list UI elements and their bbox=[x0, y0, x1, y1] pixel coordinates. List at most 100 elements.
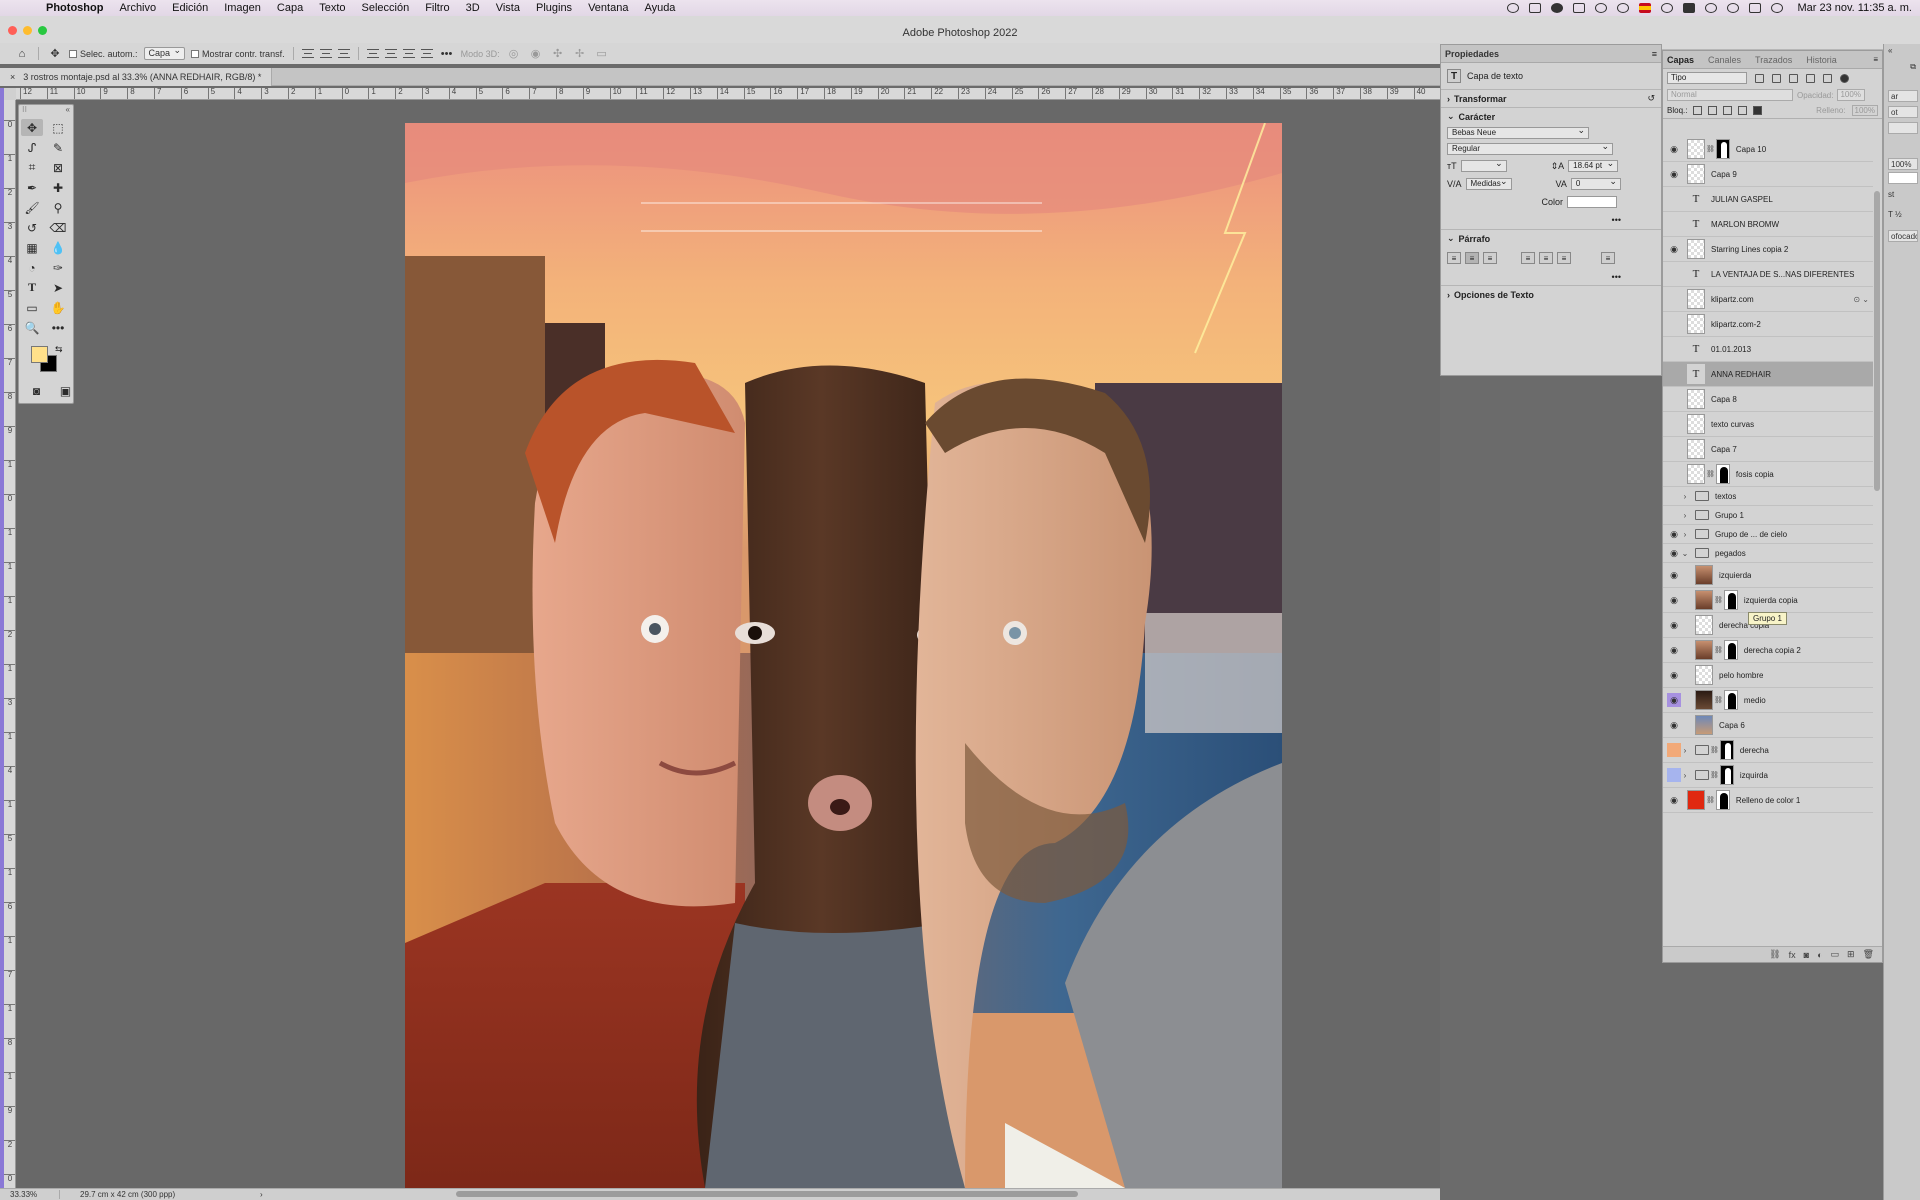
history-brush-tool-icon[interactable]: ↺ bbox=[21, 219, 43, 236]
visibility-eye-icon[interactable] bbox=[1667, 267, 1681, 281]
justify-all-icon[interactable]: ≡ bbox=[1601, 252, 1615, 264]
document-tab[interactable]: × 3 rostros montaje.psd al 33.3% (ANNA RE… bbox=[0, 68, 273, 86]
layer-row[interactable]: ◉ izquierda bbox=[1663, 563, 1873, 588]
siri-icon[interactable] bbox=[1771, 3, 1784, 13]
document-info[interactable]: 29.7 cm x 42 cm (300 ppp) bbox=[60, 1190, 260, 1199]
visibility-eye-icon[interactable]: ◉ bbox=[1667, 793, 1681, 807]
layer-row[interactable]: ◉ Capa 9 bbox=[1663, 162, 1873, 187]
zoom-level[interactable]: 33.33% bbox=[0, 1190, 60, 1199]
menu-archivo[interactable]: Archivo bbox=[111, 2, 164, 14]
filter-adjustment-icon[interactable] bbox=[1772, 73, 1781, 83]
path-selection-tool-icon[interactable]: ➤ bbox=[47, 279, 69, 296]
move-tool-icon[interactable]: ✥ bbox=[21, 119, 43, 136]
move-tool-preset-icon[interactable]: ✥ bbox=[47, 47, 63, 61]
chevron-right-icon[interactable]: › bbox=[1681, 492, 1689, 501]
info-icon[interactable] bbox=[1661, 3, 1674, 13]
home-icon[interactable]: ⌂ bbox=[14, 47, 30, 61]
close-tab-icon[interactable]: × bbox=[10, 72, 15, 82]
quick-selection-tool-icon[interactable]: ✎ bbox=[47, 139, 69, 156]
layers-scrollbar[interactable] bbox=[1874, 191, 1880, 491]
roll-3d-icon[interactable]: ◉ bbox=[528, 47, 544, 61]
panel-field-2[interactable]: ot bbox=[1888, 106, 1918, 118]
cloud-sync-icon[interactable] bbox=[1595, 3, 1608, 13]
layer-row[interactable]: Capa 7 bbox=[1663, 437, 1873, 462]
text-layer-icon[interactable]: T bbox=[1687, 364, 1705, 384]
clone-stamp-tool-icon[interactable]: ⚲ bbox=[47, 199, 69, 216]
layer-row[interactable]: klipartz.com-2 bbox=[1663, 312, 1873, 337]
minimize-window-button[interactable] bbox=[23, 26, 32, 35]
layer-group-row[interactable]: ◉ ⌄ pegados bbox=[1663, 544, 1873, 563]
layer-row[interactable]: ◉ ⛓ izquierda copia bbox=[1663, 588, 1873, 613]
tab-historia[interactable]: Historia bbox=[1806, 55, 1837, 65]
visibility-eye-icon[interactable]: ◉ bbox=[1667, 142, 1681, 156]
text-layer-icon[interactable]: T bbox=[1687, 214, 1705, 234]
visibility-eye-icon[interactable] bbox=[1667, 217, 1681, 231]
layer-group-row[interactable]: › textos bbox=[1663, 487, 1873, 506]
zoom-tool-icon[interactable]: 🔍 bbox=[21, 319, 43, 336]
brush-tool-icon[interactable]: 🖌 bbox=[21, 199, 43, 216]
visibility-eye-icon[interactable] bbox=[1667, 467, 1681, 481]
filter-type-icon[interactable] bbox=[1789, 73, 1798, 83]
layer-thumbnail[interactable] bbox=[1687, 139, 1705, 159]
visibility-eye-icon[interactable] bbox=[1667, 342, 1681, 356]
ruler-origin[interactable] bbox=[4, 88, 16, 100]
layer-thumbnail[interactable] bbox=[1687, 239, 1705, 259]
tab-trazados[interactable]: Trazados bbox=[1755, 55, 1792, 65]
menu-vista[interactable]: Vista bbox=[488, 2, 528, 14]
blur-tool-icon[interactable]: 💧 bbox=[47, 239, 69, 256]
smart-object-thumbnail[interactable] bbox=[1687, 314, 1705, 334]
layer-thumbnail[interactable] bbox=[1695, 615, 1713, 635]
layer-row[interactable]: ◉ pelo hombre bbox=[1663, 663, 1873, 688]
layer-row[interactable]: ◉ Starring Lines copia 2 bbox=[1663, 237, 1873, 262]
spain-flag-icon[interactable] bbox=[1639, 3, 1652, 13]
layer-row[interactable]: ◉ Capa 6 bbox=[1663, 713, 1873, 738]
creative-cloud-icon[interactable] bbox=[1507, 3, 1520, 13]
canvas-area[interactable] bbox=[16, 100, 1440, 1188]
layer-mask-thumbnail[interactable] bbox=[1715, 790, 1730, 810]
layer-thumbnail[interactable] bbox=[1695, 590, 1713, 610]
fill-thumbnail[interactable] bbox=[1687, 790, 1705, 810]
panel-field-5[interactable] bbox=[1888, 172, 1918, 184]
folder-icon[interactable] bbox=[1695, 770, 1709, 780]
justify-left-icon[interactable]: ≡ bbox=[1521, 252, 1535, 264]
visibility-eye-icon[interactable] bbox=[1667, 292, 1681, 306]
layer-row[interactable]: T MARLON BROMW bbox=[1663, 212, 1873, 237]
justify-center-icon[interactable]: ≡ bbox=[1539, 252, 1553, 264]
visibility-eye-icon[interactable] bbox=[1667, 317, 1681, 331]
layer-row[interactable]: ◉ ⛓ Relleno de color 1 bbox=[1663, 788, 1873, 813]
chevron-right-icon[interactable]: › bbox=[1681, 511, 1689, 520]
mask-link-icon[interactable]: ⛓ bbox=[1714, 646, 1723, 654]
layer-thumbnail[interactable] bbox=[1695, 640, 1713, 660]
panel-field-3[interactable] bbox=[1888, 122, 1918, 134]
transform-section[interactable]: › Transformar ↺ bbox=[1441, 89, 1661, 107]
menu-photoshop[interactable]: Photoshop bbox=[38, 2, 111, 14]
text-layer-icon[interactable]: T bbox=[1687, 339, 1705, 359]
lock-transparent-icon[interactable] bbox=[1693, 106, 1703, 115]
folder-icon[interactable] bbox=[1695, 529, 1709, 539]
add-mask-icon[interactable]: ◙ bbox=[1804, 950, 1809, 960]
visibility-eye-icon[interactable]: ◉ bbox=[1667, 718, 1681, 732]
menu-seleccion[interactable]: Selección bbox=[354, 2, 418, 14]
layer-thumbnail[interactable] bbox=[1687, 414, 1705, 434]
align-bottom-icon[interactable] bbox=[402, 49, 415, 58]
show-transform-checkbox[interactable]: Mostrar contr. transf. bbox=[191, 49, 285, 59]
align-center-icon[interactable] bbox=[319, 49, 332, 58]
tools-panel-header[interactable]: ⁝⁝ « bbox=[19, 105, 73, 115]
align-center-text-icon[interactable]: ≡ bbox=[1465, 252, 1479, 264]
menu-filtro[interactable]: Filtro bbox=[417, 2, 457, 14]
auto-select-checkbox[interactable]: Selec. autom.: bbox=[69, 49, 138, 59]
visibility-eye-icon[interactable]: ◉ bbox=[1667, 242, 1681, 256]
folder-icon[interactable] bbox=[1695, 548, 1709, 558]
battery-icon[interactable] bbox=[1683, 3, 1696, 13]
align-middle-icon[interactable] bbox=[384, 49, 397, 58]
layer-thumbnail[interactable] bbox=[1687, 464, 1705, 484]
collapse-icon[interactable]: « bbox=[1888, 46, 1892, 55]
mask-link-icon[interactable]: ⛓ bbox=[1706, 145, 1715, 153]
eyedropper-tool-icon[interactable]: ✒ bbox=[21, 179, 43, 196]
layer-row[interactable]: ◉ ⛓ Capa 10 bbox=[1663, 137, 1873, 162]
visibility-eye-icon[interactable] bbox=[1667, 367, 1681, 381]
pen-tool-icon[interactable]: ✑ bbox=[47, 259, 69, 276]
link-layers-icon[interactable]: ⛓ bbox=[1769, 949, 1780, 960]
drag-3d-icon[interactable]: ✣ bbox=[550, 47, 566, 61]
layer-row[interactable]: Capa 8 bbox=[1663, 387, 1873, 412]
